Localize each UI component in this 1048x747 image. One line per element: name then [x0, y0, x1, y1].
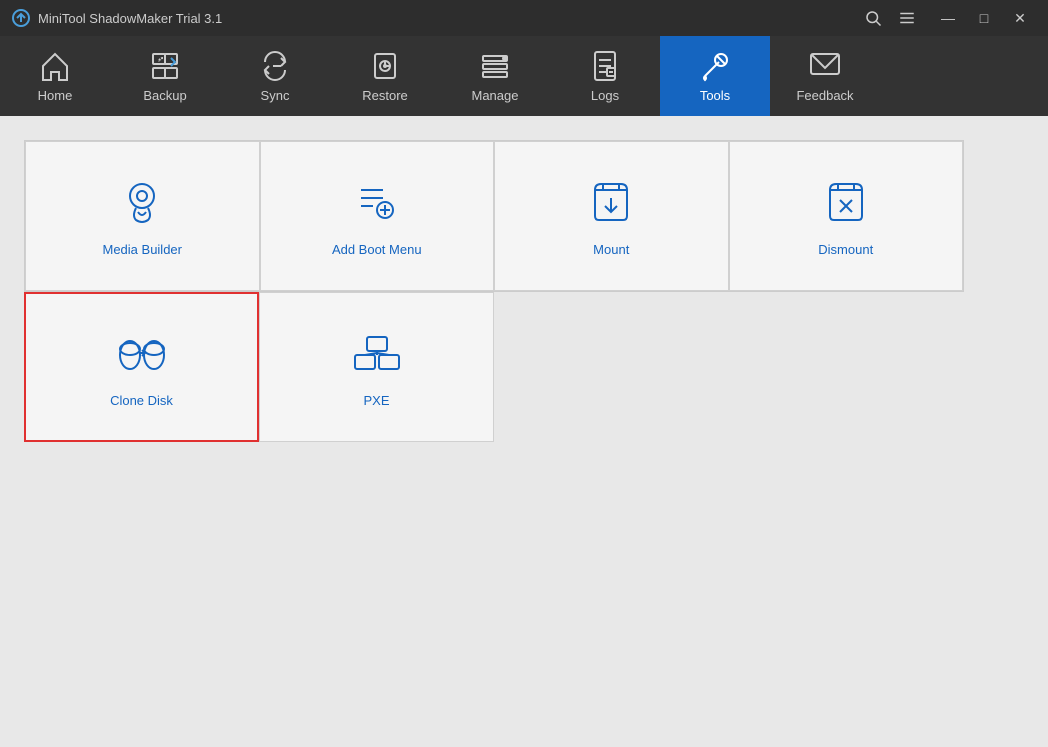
close-button[interactable]: ✕ — [1004, 7, 1036, 29]
content-area: Media Builder Add Boot Menu — [0, 116, 1048, 747]
tool-clone-disk[interactable]: Clone Disk — [24, 292, 259, 442]
maximize-button[interactable]: □ — [968, 7, 1000, 29]
nav-item-restore[interactable]: Restore — [330, 36, 440, 116]
nav-home-label: Home — [38, 88, 73, 103]
add-boot-menu-icon — [351, 176, 403, 228]
nav-item-sync[interactable]: Sync — [220, 36, 330, 116]
empty-col-4 — [729, 292, 964, 442]
clone-disk-icon — [116, 327, 168, 379]
nav-item-logs[interactable]: Logs — [550, 36, 660, 116]
tool-dismount[interactable]: Dismount — [729, 141, 964, 291]
sync-icon — [259, 50, 291, 82]
tools-icon — [699, 50, 731, 82]
nav-backup-label: Backup — [143, 88, 186, 103]
mount-icon — [585, 176, 637, 228]
empty-col-3 — [494, 292, 729, 442]
tools-row1: Media Builder Add Boot Menu — [24, 140, 964, 292]
add-boot-menu-label: Add Boot Menu — [332, 242, 422, 257]
clone-disk-label: Clone Disk — [110, 393, 173, 408]
pxe-label: PXE — [363, 393, 389, 408]
title-bar: MiniTool ShadowMaker Trial 3.1 — □ ✕ — [0, 0, 1048, 36]
media-builder-label: Media Builder — [103, 242, 183, 257]
media-builder-icon — [116, 176, 168, 228]
logs-icon — [589, 50, 621, 82]
backup-icon — [149, 50, 181, 82]
dismount-icon — [820, 176, 872, 228]
pxe-icon — [351, 327, 403, 379]
nav-item-feedback[interactable]: Feedback — [770, 36, 880, 116]
restore-icon — [369, 50, 401, 82]
navbar: Home Backup Sync Restor — [0, 36, 1048, 116]
nav-item-home[interactable]: Home — [0, 36, 110, 116]
app-logo — [12, 9, 30, 27]
nav-tools-label: Tools — [700, 88, 730, 103]
nav-restore-label: Restore — [362, 88, 408, 103]
feedback-icon — [809, 50, 841, 82]
mount-label: Mount — [593, 242, 629, 257]
app-title: MiniTool ShadowMaker Trial 3.1 — [38, 11, 856, 26]
nav-sync-label: Sync — [261, 88, 290, 103]
home-icon — [39, 50, 71, 82]
manage-icon — [479, 50, 511, 82]
nav-item-tools[interactable]: Tools — [660, 36, 770, 116]
search-icon[interactable] — [864, 9, 882, 27]
dismount-label: Dismount — [818, 242, 873, 257]
tool-media-builder[interactable]: Media Builder — [25, 141, 260, 291]
tool-mount[interactable]: Mount — [494, 141, 729, 291]
tool-add-boot-menu[interactable]: Add Boot Menu — [260, 141, 495, 291]
nav-feedback-label: Feedback — [796, 88, 853, 103]
menu-icon[interactable] — [898, 9, 916, 27]
nav-manage-label: Manage — [472, 88, 519, 103]
minimize-button[interactable]: — — [932, 7, 964, 29]
tools-row2: Clone Disk PXE — [24, 292, 964, 442]
nav-item-backup[interactable]: Backup — [110, 36, 220, 116]
nav-logs-label: Logs — [591, 88, 619, 103]
tool-pxe[interactable]: PXE — [259, 292, 494, 442]
window-controls: — □ ✕ — [932, 7, 1036, 29]
nav-item-manage[interactable]: Manage — [440, 36, 550, 116]
